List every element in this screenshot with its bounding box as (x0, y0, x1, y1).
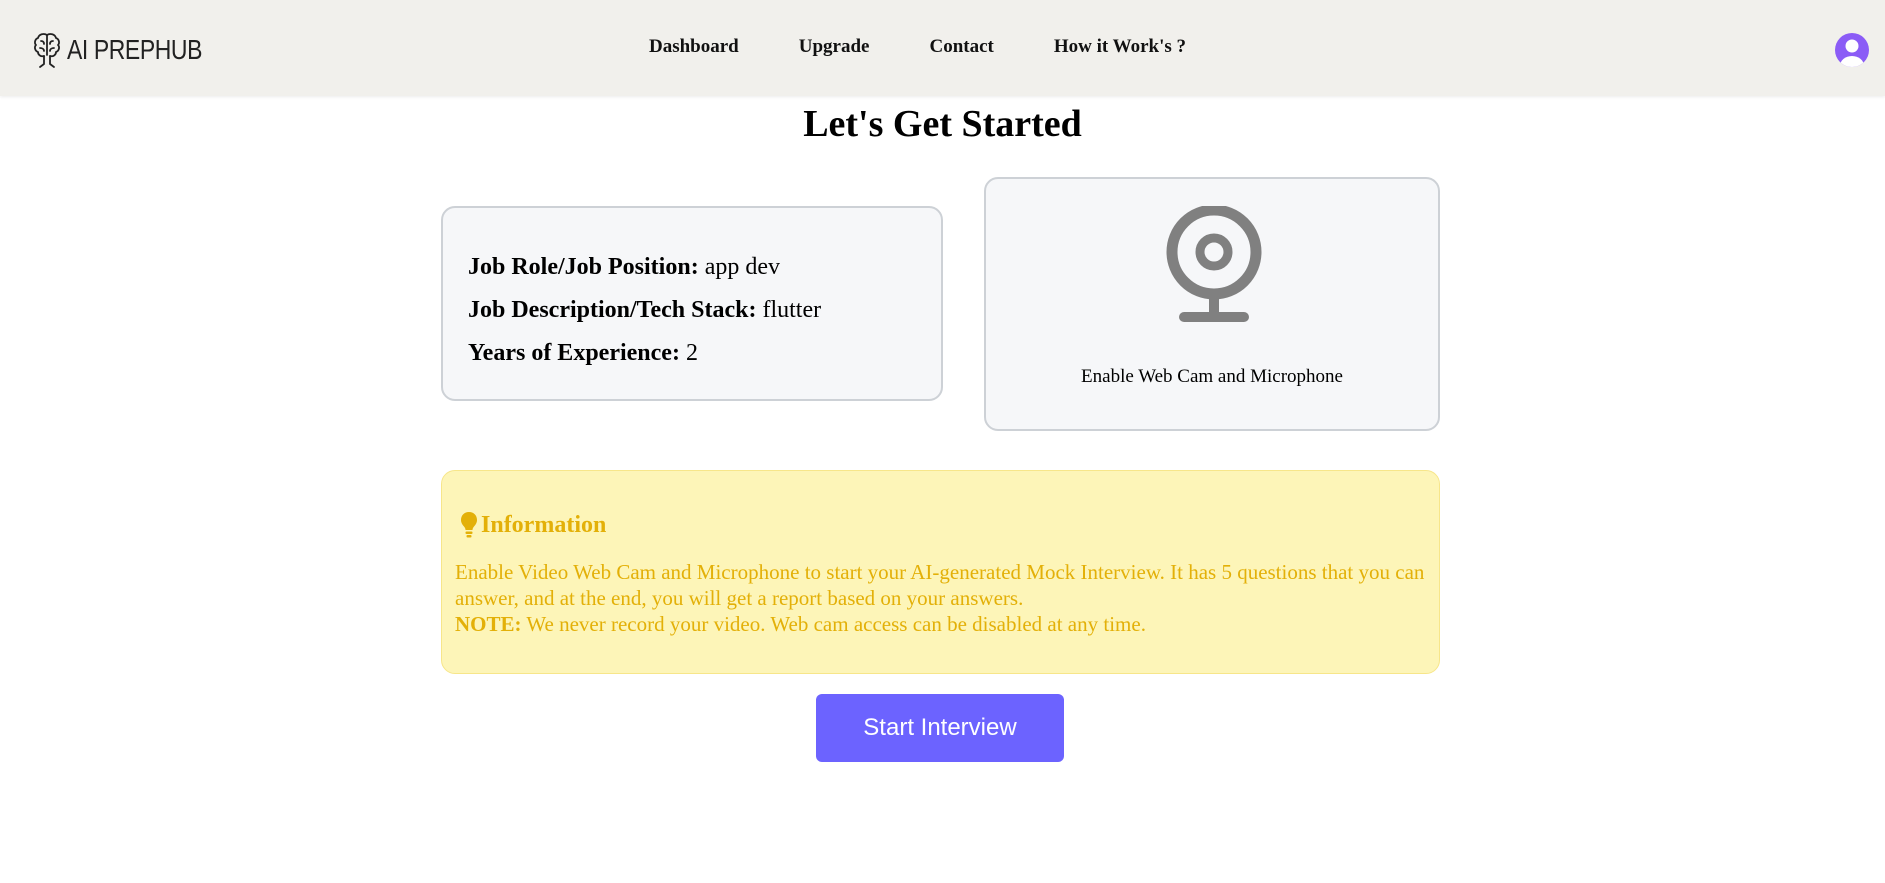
page-title: Let's Get Started (803, 103, 1082, 145)
job-description-row: Job Description/Tech Stack: flutter (468, 289, 941, 332)
experience-row: Years of Experience: 2 (468, 332, 941, 375)
main-nav: Dashboard Upgrade Contact How it Work's … (649, 36, 1186, 58)
nav-how-it-works[interactable]: How it Work's ? (1054, 36, 1186, 58)
job-role-label: Job Role/Job Position: (468, 254, 699, 280)
top-navbar: AI PREPHUB Dashboard Upgrade Contact How… (0, 0, 1885, 96)
nav-dashboard[interactable]: Dashboard (649, 36, 739, 58)
experience-label: Years of Experience: (468, 340, 680, 366)
user-avatar-icon (1840, 39, 1864, 67)
information-text: Enable Video Web Cam and Microphone to s… (455, 560, 1425, 610)
job-description-label: Job Description/Tech Stack: (468, 297, 757, 323)
nav-upgrade[interactable]: Upgrade (799, 36, 870, 58)
information-body: Enable Video Web Cam and Microphone to s… (455, 559, 1430, 637)
information-panel: Information Enable Video Web Cam and Mic… (441, 470, 1440, 674)
user-avatar-button[interactable] (1835, 33, 1869, 67)
nav-contact[interactable]: Contact (929, 36, 993, 58)
job-details-card: Job Role/Job Position: app dev Job Descr… (441, 206, 943, 401)
brand-name: AI PREPHUB (67, 34, 202, 65)
experience-value: 2 (685, 340, 698, 366)
note-label: NOTE: (455, 612, 522, 636)
webcam-icon (1166, 206, 1262, 322)
information-header: Information (459, 511, 606, 539)
lightbulb-icon (461, 512, 477, 538)
job-role-value: app dev (704, 254, 780, 280)
enable-webcam-card[interactable]: Enable Web Cam and Microphone (984, 177, 1440, 431)
note-text: We never record your video. Web cam acce… (521, 612, 1146, 636)
job-role-row: Job Role/Job Position: app dev (468, 246, 941, 289)
enable-webcam-label: Enable Web Cam and Microphone (1081, 366, 1343, 387)
information-title: Information (481, 512, 607, 538)
job-description-value: flutter (762, 297, 822, 323)
brain-logo-icon (34, 33, 60, 68)
start-interview-button[interactable]: Start Interview (816, 694, 1064, 762)
brand-logo[interactable]: AI PREPHUB (33, 31, 232, 69)
